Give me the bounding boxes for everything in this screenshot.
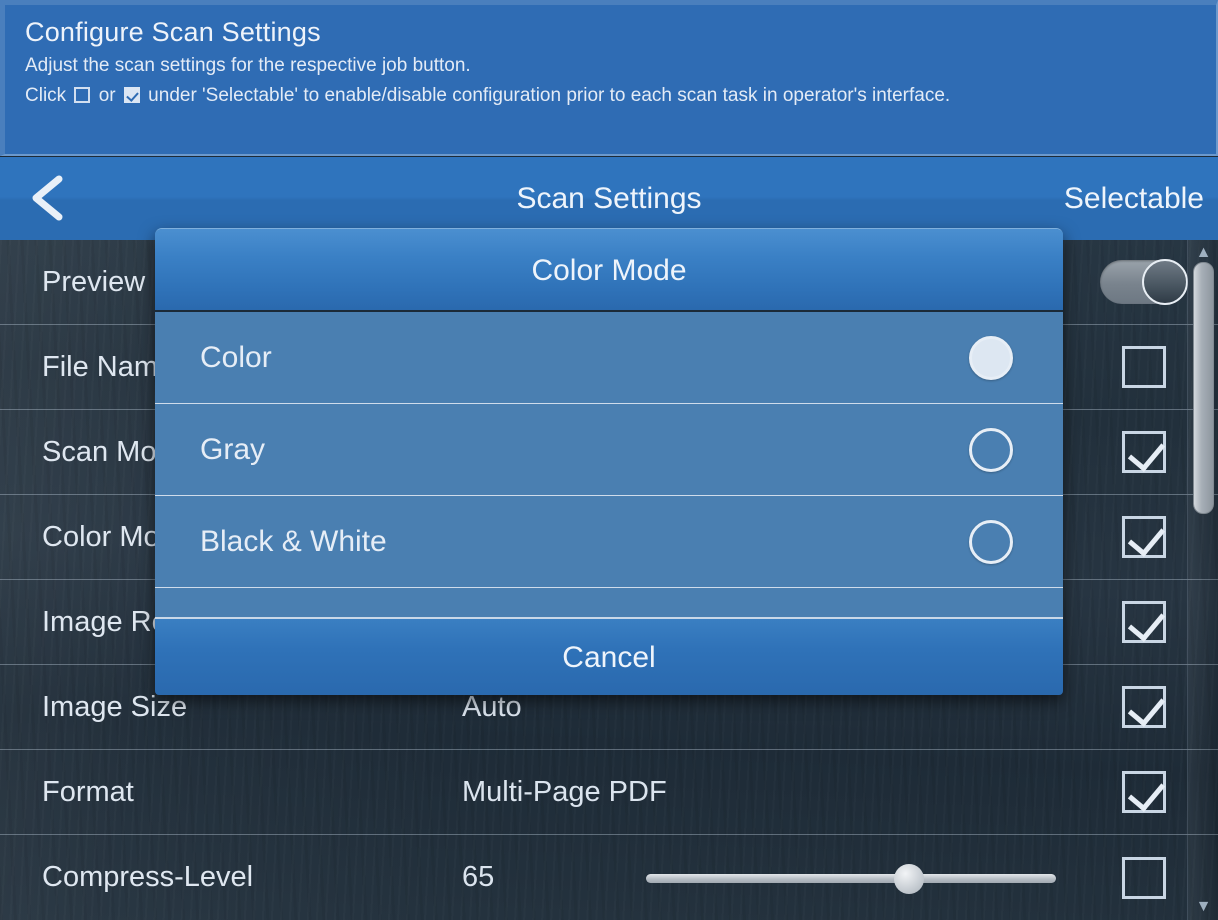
instruction-banner: Configure Scan Settings Adjust the scan …: [0, 0, 1218, 156]
radio-button[interactable]: [969, 335, 1013, 380]
radio-button[interactable]: [969, 519, 1013, 564]
dialog-title: Color Mode: [155, 229, 1063, 312]
unchecked-box-icon: [74, 87, 91, 103]
selectable-checkbox[interactable]: [1122, 601, 1166, 643]
chevron-down-icon[interactable]: ▼: [1188, 896, 1218, 918]
option-label: Gray: [200, 432, 266, 466]
selectable-checkbox[interactable]: [1122, 856, 1166, 899]
scrollbar-thumb[interactable]: [1193, 262, 1214, 514]
dialog-option-gray[interactable]: Gray: [155, 404, 1063, 496]
banner-line-2: Click or under 'Selectable' to enable/di…: [25, 81, 1200, 111]
chevron-up-icon[interactable]: ▲: [1188, 242, 1218, 264]
banner-line-2-prefix: Click: [25, 85, 72, 106]
row-label: Format: [42, 775, 134, 808]
selectable-checkbox[interactable]: [1122, 431, 1166, 473]
radio-button[interactable]: [969, 427, 1013, 472]
toggle-knob: [1142, 259, 1188, 305]
selectable-checkbox[interactable]: [1122, 346, 1166, 388]
option-label: Black & White: [200, 524, 387, 558]
banner-line-2-suffix: under 'Selectable' to enable/disable con…: [142, 85, 951, 106]
selectable-checkbox[interactable]: [1122, 771, 1166, 813]
checked-box-icon: [123, 87, 140, 103]
row-label: Compress-Level: [42, 861, 254, 893]
selectable-column-header[interactable]: Selectable: [1064, 157, 1204, 240]
row-label: Image Size: [42, 690, 188, 723]
banner-line-2-or: or: [93, 85, 121, 106]
dialog-option-black-and-white[interactable]: Black & White: [155, 496, 1063, 588]
color-mode-dialog: Color Mode Color Gray Black & White Canc…: [155, 228, 1063, 695]
banner-line-1: Adjust the scan settings for the respect…: [25, 55, 471, 76]
cancel-button[interactable]: Cancel: [155, 617, 1063, 695]
vertical-scrollbar[interactable]: ▲ ▼: [1187, 240, 1218, 920]
compress-level-value: 65: [462, 861, 495, 893]
dialog-option-color[interactable]: Color: [155, 312, 1063, 404]
selectable-checkbox[interactable]: [1122, 686, 1166, 728]
table-row[interactable]: Format Multi-Page PDF: [0, 750, 1218, 835]
slider-thumb[interactable]: [894, 863, 924, 894]
banner-title: Configure Scan Settings: [25, 17, 321, 47]
row-value: Auto: [462, 690, 522, 723]
selectable-checkbox[interactable]: [1122, 516, 1166, 558]
slider-track: [646, 873, 1056, 883]
compress-level-slider[interactable]: [646, 858, 1056, 898]
scan-settings-screen: Configure Scan Settings Adjust the scan …: [0, 0, 1218, 920]
preview-toggle[interactable]: [1100, 259, 1188, 305]
dialog-option-list: Color Gray Black & White: [155, 312, 1063, 617]
table-row[interactable]: Compress-Level 65: [0, 835, 1218, 920]
option-label: Color: [200, 340, 272, 374]
row-value: Multi-Page PDF: [462, 775, 667, 808]
